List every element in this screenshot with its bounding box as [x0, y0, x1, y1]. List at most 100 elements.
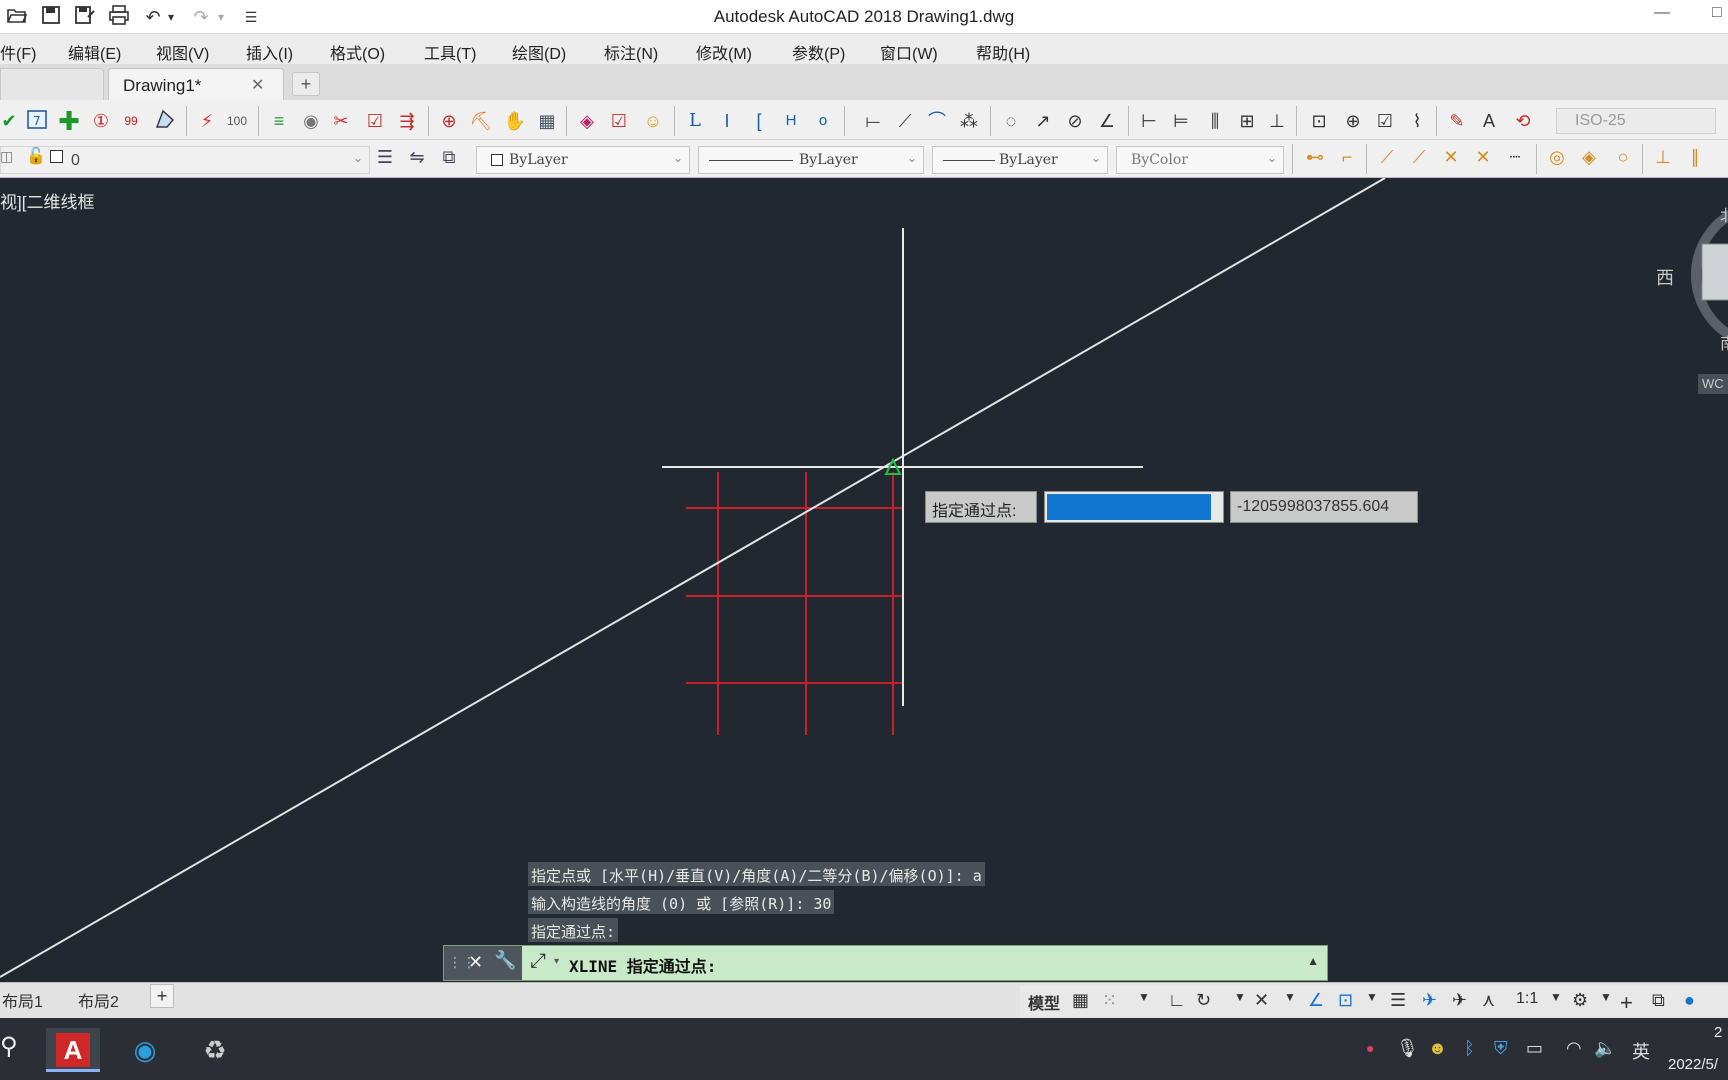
snap-extension-line-icon[interactable]: ┈: [1502, 144, 1528, 170]
calendar-icon[interactable]: 7: [24, 108, 50, 134]
plus-icon[interactable]: ✚: [56, 108, 82, 134]
clock-date[interactable]: 2022/5/: [1668, 1056, 1718, 1073]
compass-west[interactable]: 西: [1656, 264, 1674, 290]
scissors-icon[interactable]: ✂: [328, 108, 354, 134]
break-dim-icon[interactable]: ⊥: [1264, 108, 1290, 134]
qq-icon[interactable]: ☻: [1428, 1038, 1447, 1059]
snap-endpoint-icon[interactable]: ⊷: [1302, 144, 1328, 170]
menu-edit[interactable]: 编辑(E): [68, 40, 121, 64]
layer-select[interactable]: 0 ⌄: [0, 146, 370, 174]
chevron-down-icon[interactable]: ▼: [1234, 990, 1246, 1004]
color-select[interactable]: ByLayer ⌄: [476, 146, 690, 174]
volume-icon[interactable]: 🔈: [1594, 1038, 1616, 1059]
dynamic-input-field[interactable]: [1044, 491, 1224, 523]
properties-icon[interactable]: ◈: [574, 108, 600, 134]
ime-indicator[interactable]: 英: [1632, 1038, 1650, 1064]
ortho-icon[interactable]: ∟: [1168, 990, 1186, 1011]
model-space-button[interactable]: 模型: [1028, 990, 1060, 1014]
osnap-tracking-icon[interactable]: ∠: [1308, 990, 1324, 1011]
osnap-icon[interactable]: ⊡: [1338, 990, 1353, 1011]
inspect-icon[interactable]: ☑: [1372, 108, 1398, 134]
radius-dim-icon[interactable]: ◌: [998, 108, 1024, 134]
checkmark-icon[interactable]: ✔: [0, 108, 22, 134]
lineweight-icon[interactable]: ☰: [1390, 990, 1406, 1011]
eye-icon[interactable]: ◉: [298, 108, 324, 134]
jogged-dim-icon[interactable]: ↗: [1030, 108, 1056, 134]
snap-midpoint-icon[interactable]: ⟋: [1374, 144, 1400, 170]
compass-north[interactable]: 北: [1720, 202, 1728, 226]
menu-insert[interactable]: 插入(I): [246, 40, 293, 64]
circle-constraint-icon[interactable]: o: [810, 108, 836, 134]
break-icon[interactable]: ⚡: [194, 108, 220, 134]
minimize-button[interactable]: —: [1654, 4, 1670, 22]
snap-parallel-icon[interactable]: ∥: [1682, 144, 1708, 170]
zoom-window-icon[interactable]: ⛏: [468, 108, 494, 134]
space-dim-icon[interactable]: ⊞: [1234, 108, 1260, 134]
continue-dim-icon[interactable]: ⫼: [1202, 108, 1228, 134]
snap-quadrant-icon[interactable]: ◈: [1576, 144, 1602, 170]
command-line[interactable]: ⋮⋮ ✕ 🔧 ⤢ ▾ XLINE 指定通过点: ▲: [443, 945, 1328, 981]
menu-parametric[interactable]: 参数(P): [792, 40, 845, 64]
menu-window[interactable]: 窗口(W): [880, 40, 938, 64]
chevron-down-icon[interactable]: ▼: [1600, 990, 1612, 1004]
calculator-icon[interactable]: ▦: [534, 108, 560, 134]
snap-perpendicular-icon[interactable]: ⊥: [1650, 144, 1676, 170]
history-up-icon[interactable]: ▲: [1307, 954, 1319, 968]
snap-intersection-icon[interactable]: ✕: [1438, 144, 1464, 170]
quick-dim-icon[interactable]: ⊢: [1136, 108, 1162, 134]
angular-dim-icon[interactable]: ∠: [1094, 108, 1120, 134]
dim-update-icon[interactable]: ⟲: [1510, 108, 1536, 134]
tab-start[interactable]: [0, 68, 104, 100]
counter-icon[interactable]: 100: [224, 108, 250, 134]
align-left-icon[interactable]: ≡: [266, 108, 292, 134]
chevron-down-icon[interactable]: ▼: [1550, 990, 1562, 1004]
snap-extension-icon[interactable]: ⌐: [1334, 144, 1360, 170]
aligned-dim-icon[interactable]: ⟋: [892, 108, 918, 134]
polar-icon[interactable]: ↻: [1196, 990, 1211, 1011]
plotstyle-select[interactable]: ByColor ⌄: [1116, 146, 1284, 174]
dynamic-input-coordinate[interactable]: -1205998037855.604: [1230, 491, 1418, 523]
restore-button[interactable]: □: [1712, 4, 1722, 22]
auto-scale-icon[interactable]: ✈: [1452, 990, 1467, 1011]
tolerance-icon[interactable]: ⊡: [1306, 108, 1332, 134]
snap-apparent-icon[interactable]: ✕: [1470, 144, 1496, 170]
numbered-marker-icon[interactable]: ①: [88, 108, 114, 134]
close-icon[interactable]: ✕: [251, 75, 264, 95]
chevron-down-icon[interactable]: ▼: [1138, 990, 1150, 1004]
isodraft-icon[interactable]: ✕: [1254, 990, 1269, 1011]
menu-tools[interactable]: 工具(T): [424, 40, 476, 64]
check-list-icon[interactable]: ☑: [362, 108, 388, 134]
edge-browser-icon[interactable]: ◉: [118, 1028, 172, 1072]
dim-edit-icon[interactable]: ✎: [1444, 108, 1470, 134]
plus-icon[interactable]: +: [1620, 990, 1633, 1016]
layer-properties-icon[interactable]: ☰: [372, 144, 398, 170]
snap-mode-icon[interactable]: ⁙: [1102, 990, 1117, 1011]
lineweight-select[interactable]: ByLayer ⌄: [932, 146, 1108, 174]
center-mark-icon[interactable]: ⊕: [1340, 108, 1366, 134]
wifi-icon[interactable]: ◠: [1566, 1038, 1582, 1059]
linear-dim-icon[interactable]: ⟝: [860, 108, 886, 134]
menu-format[interactable]: 格式(O): [330, 40, 385, 64]
pan-hand-icon[interactable]: ✋: [502, 108, 528, 134]
menu-file[interactable]: 件(F): [0, 40, 36, 64]
menu-view[interactable]: 视图(V): [156, 40, 209, 64]
wcs-menu[interactable]: WC: [1698, 374, 1728, 394]
dim-style-select[interactable]: ISO-25: [1556, 108, 1716, 134]
menu-help[interactable]: 帮助(H): [976, 40, 1030, 64]
baseline-dim-icon[interactable]: ⊨: [1168, 108, 1194, 134]
match-icon[interactable]: ☑: [606, 108, 632, 134]
close-icon[interactable]: ✕: [468, 952, 483, 973]
snap-line-icon[interactable]: ⟋: [1406, 144, 1432, 170]
annotation-visibility-icon[interactable]: ✈: [1422, 990, 1437, 1011]
battery-icon[interactable]: ▭: [1526, 1038, 1543, 1059]
new-tab-button[interactable]: +: [292, 72, 320, 96]
add-layout-button[interactable]: +: [150, 984, 174, 1008]
wrench-icon[interactable]: 🔧: [494, 950, 516, 971]
isolate-objects-icon[interactable]: ⧉: [1652, 990, 1665, 1011]
smiley-icon[interactable]: ☺: [640, 108, 666, 134]
zoom-in-icon[interactable]: ⊕: [436, 108, 462, 134]
clean-screen-icon[interactable]: ●: [1684, 990, 1695, 1011]
clock-time[interactable]: 2: [1714, 1024, 1722, 1041]
multi-check-icon[interactable]: ⇶: [394, 108, 420, 134]
tab-layout2[interactable]: 布局2: [78, 988, 119, 1012]
